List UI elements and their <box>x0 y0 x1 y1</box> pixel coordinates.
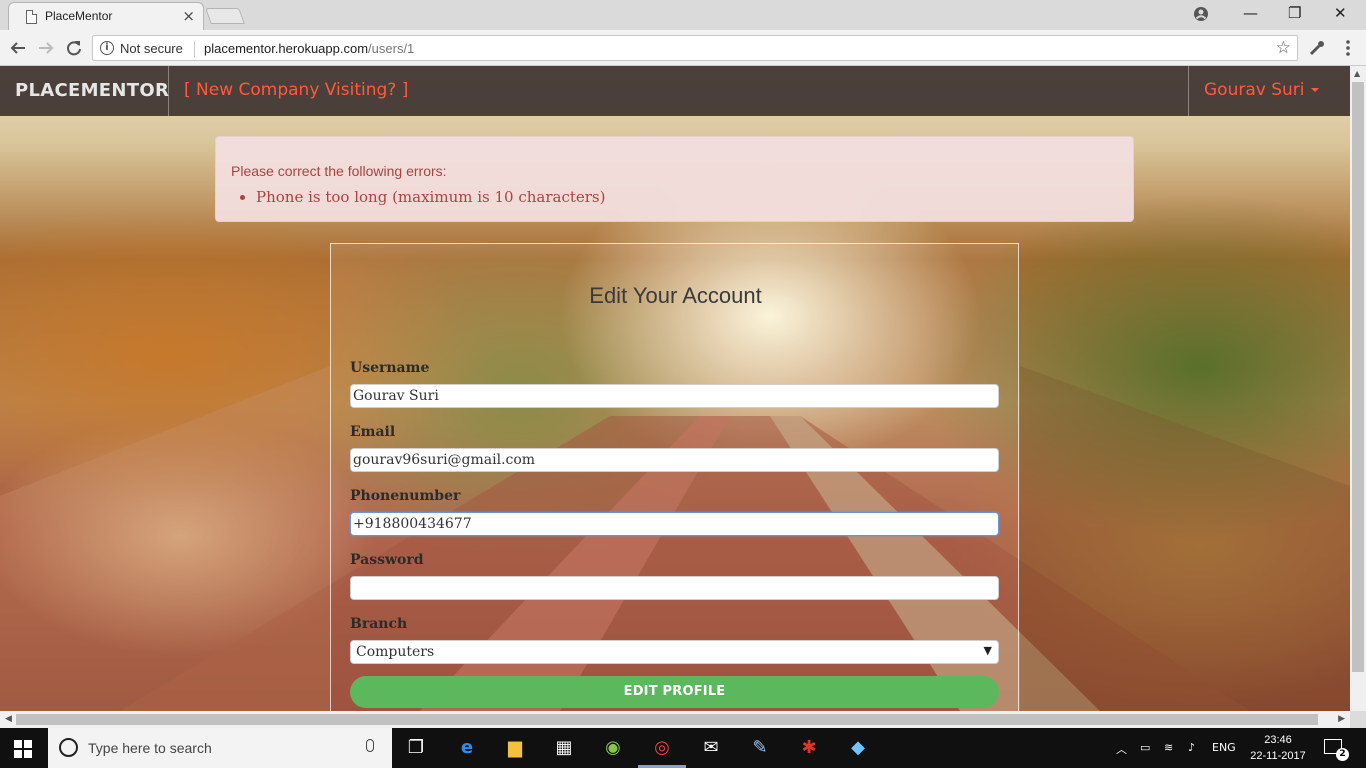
username-input[interactable]: Gourav Suri <box>350 384 999 408</box>
nav-divider <box>1188 66 1189 116</box>
vertical-scrollbar[interactable]: ▲ <box>1350 66 1366 711</box>
error-list: Phone is too long (maximum is 10 charact… <box>256 188 605 206</box>
nav-divider <box>168 66 169 116</box>
top-navbar: PLACEMENTOR [ New Company Visiting? ] Go… <box>0 66 1350 116</box>
username-label: Username <box>350 360 430 376</box>
horizontal-scrollbar[interactable]: ◀ ▶ <box>0 711 1350 728</box>
clock-time: 23:46 <box>1264 734 1292 746</box>
tab-close-icon[interactable]: × <box>182 7 195 25</box>
battery-icon[interactable]: ▭ <box>1140 741 1150 754</box>
address-bar-row: i Not secure placementor.herokuapp.com/u… <box>0 30 1366 66</box>
chrome-icon[interactable]: ◎ <box>650 736 674 760</box>
edge-browser-icon[interactable]: e <box>455 736 479 760</box>
email-label: Email <box>350 424 396 440</box>
url-path: /users/1 <box>368 41 415 56</box>
scroll-right-icon[interactable]: ▶ <box>1338 714 1345 724</box>
windows-start-icon[interactable] <box>14 740 32 758</box>
file-explorer-icon[interactable]: ▆ <box>503 736 527 760</box>
show-hidden-icons-icon[interactable]: ︿ <box>1116 741 1127 757</box>
dropdown-arrow-icon: ▼ <box>983 644 992 657</box>
microphone-icon[interactable] <box>366 739 374 752</box>
paint-icon[interactable]: ✎ <box>748 736 772 760</box>
browser-tab-strip: PlaceMentor × — ❐ ✕ <box>0 0 1366 30</box>
error-alert: Please correct the following errors: Pho… <box>215 136 1134 222</box>
scrollbar-corner <box>1350 711 1366 728</box>
brand-logo[interactable]: PLACEMENTOR <box>15 80 169 101</box>
language-indicator[interactable]: ENG <box>1212 741 1236 754</box>
horizontal-scroll-thumb[interactable] <box>16 714 1318 725</box>
forward-icon[interactable] <box>37 39 55 57</box>
vertical-scroll-thumb[interactable] <box>1352 82 1364 672</box>
password-input[interactable] <box>350 576 999 600</box>
security-label[interactable]: Not secure <box>120 41 183 56</box>
store-icon[interactable]: ▦ <box>552 736 576 760</box>
browser-menu-icon[interactable] <box>1342 39 1354 57</box>
mail-icon[interactable]: ✉ <box>699 736 723 760</box>
form-title: Edit Your Account <box>589 283 762 308</box>
user-menu-dropdown[interactable]: Gourav Suri <box>1204 80 1319 100</box>
tab-title: PlaceMentor <box>45 9 113 23</box>
caret-down-icon <box>1310 88 1319 92</box>
info-icon[interactable]: i <box>100 41 114 55</box>
android-studio-icon[interactable]: ◉ <box>601 736 625 760</box>
phone-label: Phonenumber <box>350 488 461 504</box>
close-window-icon[interactable]: ✕ <box>1334 4 1347 22</box>
maximize-icon[interactable]: ❐ <box>1288 4 1301 22</box>
branch-label: Branch <box>350 616 408 632</box>
new-tab-button[interactable] <box>205 8 245 24</box>
user-name: Gourav Suri <box>1204 80 1305 100</box>
branch-value: Computers <box>356 644 435 660</box>
error-item: Phone is too long (maximum is 10 charact… <box>256 188 605 206</box>
minimize-icon[interactable]: — <box>1243 4 1258 22</box>
scroll-left-icon[interactable]: ◀ <box>5 714 12 724</box>
profile-icon[interactable] <box>1193 6 1209 22</box>
taskbar-search-box[interactable]: Type here to search <box>48 728 392 768</box>
email-input[interactable]: gourav96suri@gmail.com <box>350 448 999 472</box>
task-view-icon[interactable]: ❐ <box>404 736 428 760</box>
error-heading: Please correct the following errors: <box>231 163 447 179</box>
page-viewport: PLACEMENTOR [ New Company Visiting? ] Go… <box>0 66 1350 711</box>
branch-select[interactable]: Computers ▼ <box>350 640 999 664</box>
edit-account-form: Edit Your Account Username Gourav Suri E… <box>330 243 1019 711</box>
volume-icon[interactable]: ♪ <box>1188 741 1195 754</box>
git-icon[interactable]: ◆ <box>846 736 870 760</box>
scroll-up-icon[interactable]: ▲ <box>1354 69 1360 78</box>
search-placeholder: Type here to search <box>88 740 212 756</box>
back-icon[interactable] <box>9 39 27 57</box>
extension-icon[interactable] <box>1308 39 1326 57</box>
notification-count: 2 <box>1336 748 1349 761</box>
phone-input[interactable]: +918800434677 <box>350 512 999 536</box>
windows-taskbar: Type here to search ❐ e ▆ ▦ ◉ ◎ ✉ ✎ ✱ ◆ … <box>0 728 1366 768</box>
reload-icon[interactable] <box>65 39 83 57</box>
url-separator <box>194 41 195 57</box>
cortana-icon[interactable] <box>59 738 78 757</box>
wifi-icon[interactable]: ≋ <box>1164 741 1173 754</box>
notifications-icon[interactable]: 2 <box>1324 739 1349 761</box>
edit-profile-button[interactable]: EDIT PROFILE <box>350 676 999 708</box>
page-icon <box>26 10 37 24</box>
browser-tab[interactable]: PlaceMentor × <box>8 2 204 30</box>
password-label: Password <box>350 552 424 568</box>
url-host: placementor.herokuapp.com <box>204 41 369 56</box>
clock-date: 22-11-2017 <box>1250 750 1306 762</box>
bookmark-star-icon[interactable]: ☆ <box>1276 38 1291 58</box>
system-clock[interactable]: 23:46 22-11-2017 <box>1250 732 1306 764</box>
new-company-link[interactable]: [ New Company Visiting? ] <box>184 80 408 100</box>
app-icon[interactable]: ✱ <box>797 736 821 760</box>
url-text[interactable]: placementor.herokuapp.com/users/1 <box>204 41 414 56</box>
url-bar[interactable]: i Not secure placementor.herokuapp.com/u… <box>92 35 1298 61</box>
